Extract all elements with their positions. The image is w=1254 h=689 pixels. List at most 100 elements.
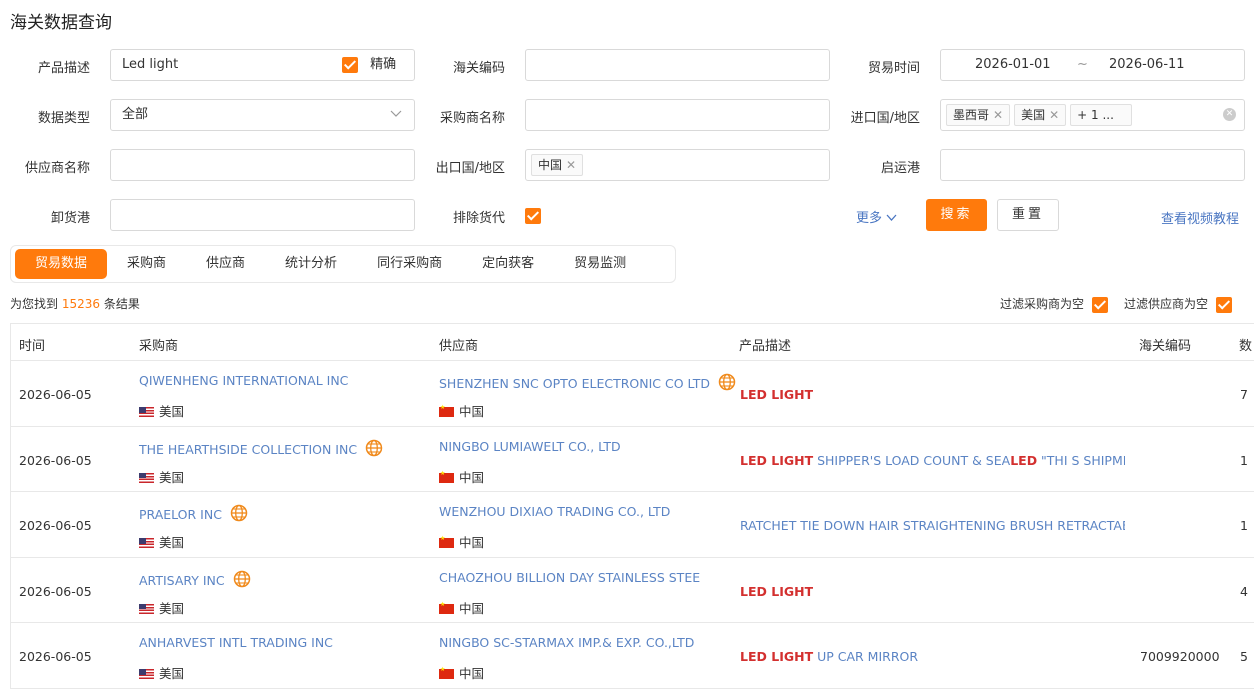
supplier-country: 中国 [439, 598, 484, 617]
tab-suppliers[interactable]: 供应商 [186, 249, 265, 279]
close-icon[interactable]: ✕ [1049, 108, 1059, 122]
supplier-link[interactable]: NINGBO LUMIAWELT CO., LTD [439, 439, 621, 454]
globe-icon[interactable] [718, 373, 736, 394]
supplier-name-label: 供应商名称 [24, 161, 90, 176]
globe-icon[interactable] [365, 439, 383, 460]
buyer-country: 美国 [139, 401, 184, 420]
us-flag-icon [139, 669, 154, 679]
tab-trade-data[interactable]: 贸易数据 [15, 249, 108, 279]
buyer-country: 美国 [139, 532, 184, 551]
desc-highlight: LED LIGHT [740, 649, 814, 664]
data-type-value: 全部 [122, 107, 149, 122]
cn-flag-icon [439, 601, 454, 614]
trade-date: 2026-06-05 [19, 452, 92, 468]
header-buyer: 采购商 [139, 339, 179, 354]
buyer-link[interactable]: QIWENHENG INTERNATIONAL INC [139, 373, 348, 388]
product-desc[interactable]: LED LIGHT SHIPPER'S LOAD COUNT & SEALED … [740, 453, 1125, 468]
globe-icon[interactable] [230, 504, 248, 525]
exact-label: 精确 [370, 57, 397, 72]
export-country-select[interactable]: 中国 ✕ [525, 149, 830, 181]
filter-buyer-empty[interactable]: 过滤采购商为空 [1000, 295, 1108, 313]
us-flag-icon [139, 538, 154, 548]
import-country-tag: 美国 ✕ [1014, 103, 1067, 126]
supplier-link[interactable]: CHAOZHOU BILLION DAY STAINLESS STEE [439, 570, 700, 585]
close-icon[interactable]: ✕ [993, 108, 1003, 122]
supplier-link[interactable]: SHENZHEN SNC OPTO ELECTRONIC CO LTD [439, 373, 736, 394]
buyer-name-label: 采购商名称 [439, 111, 505, 126]
supplier-country: 中国 [439, 401, 484, 420]
filter-buyer-empty-checkbox[interactable] [1091, 296, 1108, 313]
globe-icon[interactable] [233, 570, 251, 591]
export-country-tag: 中国 ✕ [531, 153, 584, 176]
cn-flag-icon [439, 666, 454, 679]
more-button[interactable]: 更多 [856, 207, 897, 226]
clear-icon[interactable]: ✕ [1223, 108, 1236, 121]
buyer-name-input[interactable] [525, 99, 830, 131]
buyer-link[interactable]: ANHARVEST INTL TRADING INC [139, 635, 333, 650]
product-desc[interactable]: LED LIGHT [740, 584, 813, 599]
desc-highlight: LED LIGHT [740, 583, 814, 599]
desc-text: SHIPPER'S LOAD COUNT & SEA [813, 452, 1011, 468]
origin-port-label: 启运港 [880, 161, 920, 176]
filter-supplier-empty[interactable]: 过滤供应商为空 [1124, 295, 1232, 313]
trade-time-separator: ~ [1077, 57, 1088, 72]
origin-port-input[interactable] [940, 149, 1245, 181]
chevron-down-icon [886, 211, 897, 226]
desc-text: UP CAR MIRROR [813, 649, 919, 664]
header-desc: 产品描述 [739, 339, 792, 354]
desc-text: "THI S SHIPMENT... [1041, 452, 1125, 468]
buyer-link[interactable]: ARTISARY INC [139, 570, 251, 591]
buyer-country: 美国 [139, 467, 184, 486]
supplier-link[interactable]: WENZHOU DIXIAO TRADING CO., LTD [439, 504, 670, 519]
extra-value: 5 [1240, 649, 1248, 664]
cn-flag-icon [439, 470, 454, 483]
product-desc[interactable]: RATCHET TIE DOWN HAIR STRAIGHTENING BRUS… [740, 518, 1125, 533]
header-extra: 数 [1239, 339, 1253, 354]
us-flag-icon [139, 472, 154, 483]
filter-supplier-empty-checkbox[interactable] [1215, 296, 1232, 313]
trade-time-start[interactable]: 2026-01-01 [975, 50, 1051, 80]
supplier-name-input[interactable] [110, 149, 415, 181]
supplier-link[interactable]: NINGBO SC-STARMAX IMP.& EXP. CO.,LTD [439, 635, 694, 650]
discharge-port-input[interactable] [110, 199, 415, 231]
trade-date: 2026-06-05 [19, 518, 92, 533]
tab-trade-monitor[interactable]: 贸易监测 [554, 249, 646, 279]
video-tutorial-link[interactable]: 查看视频教程 [1161, 208, 1239, 227]
data-type-select[interactable]: 全部 [110, 99, 415, 131]
product-desc[interactable]: LED LIGHT [740, 387, 813, 402]
us-flag-icon [139, 407, 154, 417]
trade-time-range[interactable]: 2026-01-01 ~ 2026-06-11 [940, 49, 1245, 81]
product-desc-value: Led light [122, 57, 179, 72]
trade-time-end[interactable]: 2026-06-11 [1109, 50, 1185, 80]
us-flag-icon [139, 603, 154, 614]
exact-checkbox[interactable] [342, 56, 358, 73]
supplier-country: 中国 [439, 663, 484, 682]
extra-value: 7 [1240, 387, 1248, 402]
buyer-link[interactable]: THE HEARTHSIDE COLLECTION INC [139, 439, 383, 460]
table-row[interactable]: 2026-06-05 THE HEARTHSIDE COLLECTION INC 美… [11, 427, 1254, 492]
tab-statistics[interactable]: 统计分析 [265, 249, 357, 279]
reset-button[interactable]: 重置 [997, 199, 1059, 231]
buyer-country: 美国 [139, 598, 184, 617]
hs-code-input[interactable] [525, 49, 830, 81]
buyer-link[interactable]: PRAELOR INC [139, 504, 248, 525]
table-row[interactable]: 2026-06-05 QIWENHENG INTERNATIONAL INC 美国 S… [11, 361, 1254, 427]
trade-date: 2026-06-05 [19, 649, 92, 664]
tab-buyers[interactable]: 采购商 [107, 249, 186, 279]
desc-text: RATCHET TIE DOWN HAIR STRAIGHTENING BRUS… [740, 518, 1125, 533]
tab-peer-buyers[interactable]: 同行采购商 [357, 249, 462, 279]
table-row[interactable]: 2026-06-05 PRAELOR INC 美国 WENZHOU DIXIAO TR… [11, 492, 1254, 558]
extra-value: 4 [1240, 583, 1248, 599]
import-country-select[interactable]: 墨西哥 ✕ 美国 ✕ + 1 ... ✕ [940, 99, 1245, 131]
product-desc-input[interactable]: Led light 精确 [110, 49, 415, 81]
table-row[interactable]: 2026-06-05 ARTISARY INC 美国 CHAOZHOU BILLION… [11, 558, 1254, 623]
exclude-forwarder-checkbox[interactable] [525, 208, 541, 224]
tab-targeted-leads[interactable]: 定向获客 [462, 249, 554, 279]
close-icon[interactable]: ✕ [566, 158, 576, 172]
table-row[interactable]: 2026-06-05 ANHARVEST INTL TRADING INC 美国 NI… [11, 623, 1254, 689]
product-desc[interactable]: LED LIGHT UP CAR MIRROR [740, 649, 918, 664]
search-button[interactable]: 搜索 [926, 199, 987, 231]
exclude-forwarder-label: 排除货代 [452, 211, 505, 226]
supplier-country: 中国 [439, 467, 484, 486]
import-country-label: 进口国/地区 [850, 111, 920, 126]
